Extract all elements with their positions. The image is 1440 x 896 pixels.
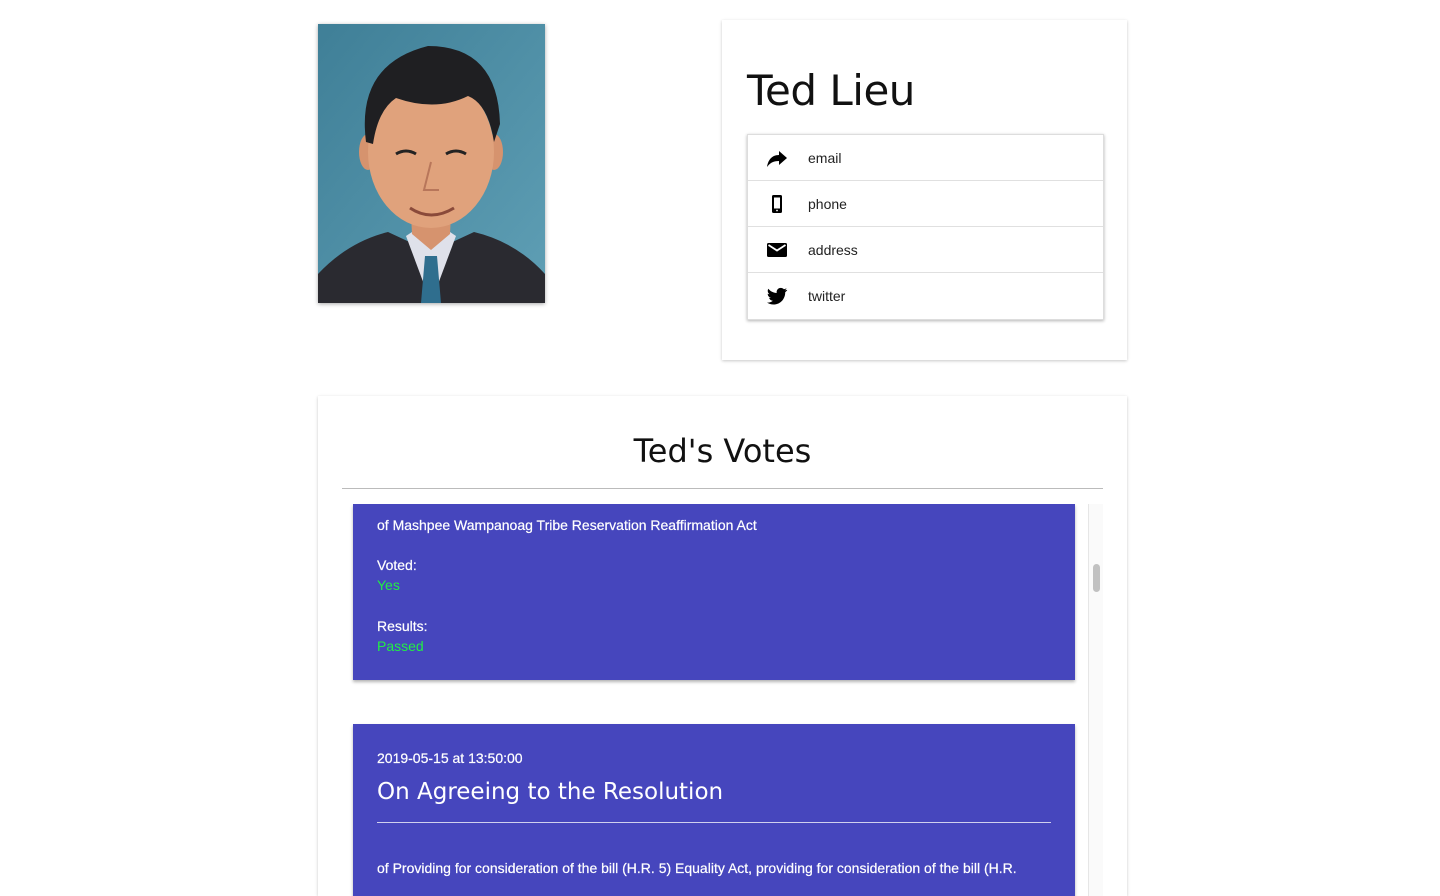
contact-phone[interactable]: phone — [748, 181, 1103, 227]
contact-email[interactable]: email — [748, 135, 1103, 181]
contact-phone-label: phone — [808, 195, 847, 212]
vote-card: 2019-05-15 at 13:50:00 On Agreeing to th… — [353, 724, 1075, 896]
contact-list: email phone address twitter — [747, 134, 1104, 320]
contact-email-label: email — [808, 149, 842, 166]
vote-card-divider — [377, 822, 1051, 823]
votes-card: Ted's Votes of Mashpee Wampanoag Tribe R… — [318, 396, 1127, 896]
contact-address-label: address — [808, 241, 858, 258]
votes-title: Ted's Votes — [633, 432, 812, 470]
twitter-bird-icon — [765, 284, 789, 308]
smartphone-icon — [765, 192, 789, 216]
votes-divider — [342, 488, 1103, 489]
profile-card: Ted Lieu email phone address twitter — [722, 20, 1127, 360]
share-arrow-icon — [765, 146, 789, 170]
contact-twitter[interactable]: twitter — [748, 273, 1103, 319]
votes-scrollbar-thumb[interactable] — [1093, 564, 1100, 592]
vote-description: of Mashpee Wampanoag Tribe Reservation R… — [377, 517, 757, 533]
results-value: Passed — [377, 638, 424, 654]
vote-question: On Agreeing to the Resolution — [377, 779, 724, 805]
results-label: Results: — [377, 618, 428, 634]
votes-scroll-area[interactable]: of Mashpee Wampanoag Tribe Reservation R… — [342, 504, 1103, 896]
voted-label: Voted: — [377, 557, 417, 573]
voted-value: Yes — [377, 577, 400, 593]
vote-description: of Providing for consideration of the bi… — [377, 860, 1017, 876]
vote-card: of Mashpee Wampanoag Tribe Reservation R… — [353, 504, 1075, 680]
envelope-icon — [765, 238, 789, 262]
votes-scrollbar[interactable] — [1088, 504, 1103, 896]
contact-address[interactable]: address — [748, 227, 1103, 273]
contact-twitter-label: twitter — [808, 288, 846, 304]
member-name: Ted Lieu — [747, 66, 915, 115]
member-photo — [318, 24, 545, 303]
vote-date: 2019-05-15 at 13:50:00 — [377, 750, 523, 766]
